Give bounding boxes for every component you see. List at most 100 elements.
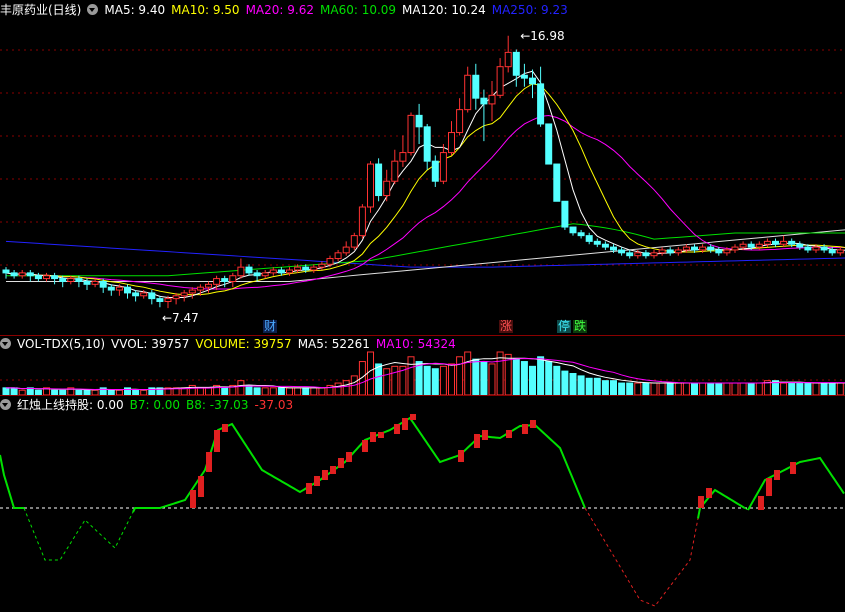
candle-body-up [780, 240, 788, 245]
indicator-red-bar [198, 476, 204, 497]
volume-bar [456, 356, 464, 396]
volume-bar [545, 361, 553, 396]
volume-bar [367, 351, 374, 396]
volume-bar [553, 365, 561, 396]
volume-bar [618, 382, 626, 396]
volume-bar [310, 387, 318, 396]
vvol-value: VVOL: 39757 [111, 337, 190, 351]
candle-body-up [205, 283, 212, 288]
candle-body-down [642, 252, 650, 257]
candle-body-up [488, 94, 496, 105]
indicator-dashed-line [23, 507, 134, 561]
candle-body-up [407, 114, 415, 154]
candle-body-up [674, 249, 682, 254]
candle-body-down [83, 280, 91, 285]
candle-body-up [755, 243, 763, 248]
candle-body-up [43, 275, 50, 280]
indicator-solid-line [132, 416, 586, 513]
candle-body-up [294, 266, 302, 271]
candle-body-down [26, 272, 34, 277]
candle-body-up [367, 163, 374, 208]
candle-body-up [172, 295, 180, 300]
volume-bar [699, 382, 707, 396]
candle-body-down [10, 272, 18, 277]
volume-bar [682, 382, 690, 396]
volume-bars [2, 351, 845, 396]
candle-body-down [545, 123, 553, 165]
candle-body-up [237, 266, 245, 277]
volume-bar [472, 358, 480, 396]
candle-body-down [707, 246, 715, 251]
volume-bar [488, 363, 496, 396]
candle-body-down [302, 266, 310, 271]
candle-body-down [99, 280, 107, 288]
indicator-red-bar [394, 424, 400, 434]
candle-body-down [747, 243, 755, 248]
indicator-red-bar [362, 440, 368, 452]
candle-body-up [286, 269, 293, 274]
candle-body-up [91, 280, 99, 285]
candle-body-down [601, 243, 609, 248]
high-price-label: ←16.98 [520, 29, 564, 43]
candle-body-down [715, 249, 723, 254]
volume-header: VOL-TDX(5,10) VVOL: 39757 VOLUME: 39757 MA5… [0, 336, 462, 352]
event-marker-limit-up[interactable]: 涨 [499, 320, 514, 333]
volume-bar [480, 361, 488, 396]
volume-bar [610, 380, 617, 396]
indicator-solid-line [0, 454, 24, 509]
candle-body-up [383, 180, 391, 197]
candle-body-up [164, 298, 172, 302]
volume-bar [739, 382, 747, 396]
indicator-red-bar [370, 432, 376, 442]
candle-body-up [812, 246, 820, 251]
volume-bar [221, 387, 229, 396]
dropdown-icon[interactable] [0, 338, 11, 349]
volume-bar [261, 387, 269, 396]
ma60-label: MA60: 10.09 [320, 3, 397, 17]
candle-body-down [772, 240, 779, 245]
indicator-red-bar [214, 430, 220, 452]
event-marker-suspend[interactable]: 停 [557, 320, 572, 333]
volume-bar [796, 382, 804, 396]
volume-bar [520, 361, 528, 396]
volume-bar [634, 382, 642, 396]
event-marker-limit-down[interactable]: 跌 [573, 320, 588, 333]
indicator-red-bar [330, 466, 336, 474]
volume-bar [650, 382, 658, 396]
candle-body-down [423, 126, 431, 162]
volume-bar [715, 382, 723, 396]
candle-body-down [472, 74, 480, 99]
volume-bar [788, 382, 796, 396]
volume-bar [464, 351, 472, 396]
candle-body-down [480, 97, 488, 105]
candle-body-down [618, 249, 626, 254]
candle-body-down [828, 249, 836, 254]
volume-bar [674, 382, 682, 396]
volume-bar [205, 387, 212, 396]
volume-bar [747, 382, 755, 396]
moving-average-lines [5, 70, 845, 298]
event-marker-finance[interactable]: 财 [263, 320, 278, 333]
dropdown-icon[interactable] [87, 4, 99, 15]
volume-bar [2, 387, 10, 396]
candle-body-up [326, 258, 334, 265]
candle-body-up [229, 275, 237, 282]
candle-body-down [561, 200, 569, 228]
indicator-red-bar [530, 420, 536, 428]
indicator-dashed-line [584, 507, 699, 607]
indicator-b7: B7: 0.00 [129, 398, 181, 412]
volume-bar [512, 358, 520, 396]
volume-bar [334, 382, 342, 396]
candle-body-down [626, 252, 634, 257]
candle-body-down [804, 246, 812, 251]
candle-body-down [245, 266, 253, 274]
volume-bar [237, 380, 245, 396]
dropdown-icon[interactable] [0, 399, 11, 410]
candle-body-down [593, 240, 601, 245]
main-header: 丰原药业(日线) MA5: 9.40 MA10: 9.50 MA20: 9.62 MA6… [0, 2, 574, 18]
candle-body-down [520, 74, 528, 79]
ma10-label: MA10: 9.50 [171, 3, 240, 17]
candle-body-up [310, 266, 318, 271]
candle-body-down [691, 246, 698, 251]
candle-body-up [439, 152, 447, 182]
